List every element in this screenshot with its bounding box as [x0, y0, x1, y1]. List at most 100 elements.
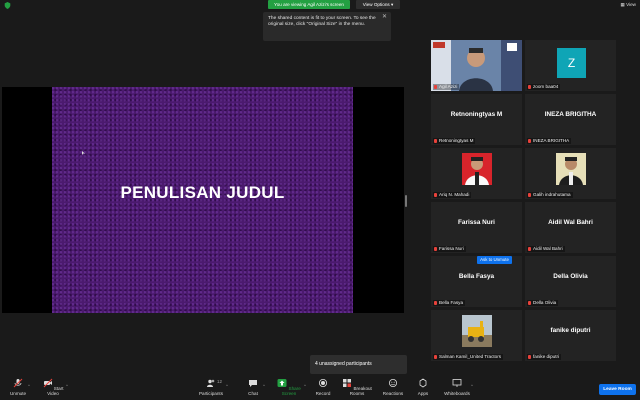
participant-display-name: Aidil Wal Bahri	[548, 219, 593, 226]
breakout-rooms-label: Breakout Rooms	[349, 386, 372, 396]
participant-name-text: Salman Kamil_United Tractors	[439, 354, 502, 359]
muted-microphone-icon	[13, 378, 23, 388]
video-tile-zoom-baa04[interactable]: Z zoom baa04	[525, 40, 616, 91]
muted-mic-icon	[434, 246, 437, 251]
whiteboards-caret[interactable]: ^	[471, 383, 473, 388]
participant-name: INEZA BRIGITHA	[527, 138, 572, 144]
participant-name: Aidil Wal Bahri	[527, 246, 565, 252]
video-tile-ariq[interactable]: Ariq N. Mahadi	[431, 148, 522, 199]
video-tile-galih[interactable]: Galih indrahutama	[525, 148, 616, 199]
avatar: Z	[557, 48, 586, 78]
participant-name: zoom baa04	[527, 84, 561, 90]
slide-title: PENULISAN JUDUL	[120, 183, 285, 202]
participant-name: Galih indrahutama	[527, 192, 573, 198]
video-tile-agil-azizi[interactable]: Agil Azizi	[431, 40, 522, 91]
whiteboard-icon	[452, 379, 462, 387]
participant-name-text: Della Olivia	[533, 300, 557, 305]
participants-caret[interactable]: ^	[226, 383, 228, 388]
chat-caret[interactable]: ^	[263, 383, 265, 388]
video-tile-salman[interactable]: Salman Kamil_United Tractors	[431, 310, 522, 361]
participant-name: Salman Kamil_United Tractors	[433, 354, 504, 360]
participant-name-text: Farissa Nuri	[439, 246, 464, 251]
muted-mic-icon	[434, 354, 437, 359]
start-video-button[interactable]: Start Video	[38, 378, 68, 396]
video-tile-fanike[interactable]: fanike diputri fanike diputri	[525, 310, 616, 361]
unmute-label: Unmute	[9, 391, 27, 396]
participant-display-name: Bella Fasya	[458, 273, 495, 280]
muted-mic-icon	[434, 300, 437, 305]
video-tile-della[interactable]: Della Olivia Della Olivia	[525, 256, 616, 307]
video-tile-ineza[interactable]: INEZA BRIGITHA INEZA BRIGITHA	[525, 94, 616, 145]
participant-name-text: INEZA BRIGITHA	[533, 138, 570, 143]
share-screen-icon	[277, 379, 287, 387]
participant-name: Agil Azizi	[433, 84, 460, 90]
participant-name-text: Galih indrahutama	[533, 192, 571, 197]
muted-mic-icon	[528, 84, 531, 89]
view-button[interactable]: ▦ View	[621, 1, 637, 8]
profile-photo	[462, 153, 492, 185]
unassigned-participants-notice[interactable]: 4 unassigned participants	[310, 355, 407, 374]
participants-count: 12	[217, 379, 222, 384]
apps-label: Apps	[417, 391, 429, 396]
share-caret[interactable]: ^	[304, 383, 306, 388]
ask-to-unmute-button[interactable]: Ask to Unmute	[477, 256, 512, 264]
video-tile-retnoningtyas[interactable]: Retnoningtyas M Retnoningtyas M	[431, 94, 522, 145]
view-options-button[interactable]: View Options ▾	[356, 0, 400, 9]
participant-name: Della Olivia	[527, 300, 559, 306]
meeting-toolbar: Unmute ^ Start Video ^ Participants 12 ^…	[0, 376, 640, 400]
record-icon	[319, 379, 327, 387]
view-label: View	[626, 2, 636, 7]
participant-display-name: Farissa Nuri	[458, 219, 495, 226]
audio-options-caret[interactable]: ^	[28, 383, 30, 388]
participant-display-name: INEZA BRIGITHA	[544, 111, 597, 118]
leave-room-button[interactable]: Leave Room	[599, 384, 636, 395]
participant-name: Bella Fasya	[433, 300, 466, 306]
reactions-button[interactable]: Reactions	[380, 378, 406, 396]
participant-name: fanike diputri	[527, 354, 562, 360]
close-icon[interactable]: ✕	[382, 14, 387, 20]
participant-display-name: Retnoningtyas M	[450, 111, 503, 118]
participant-name-text: zoom baa04	[533, 84, 559, 89]
muted-mic-icon	[434, 84, 437, 89]
share-screen-button[interactable]: Share Screen	[272, 378, 306, 396]
video-options-caret[interactable]: ^	[66, 383, 68, 388]
apps-icon	[419, 378, 427, 388]
breakout-rooms-icon	[343, 379, 352, 387]
screen-share-banner: You are viewing Agil Azizi's screen	[268, 0, 350, 9]
fit-to-screen-tooltip: The shared content is fit to your screen…	[263, 12, 391, 41]
participants-label: Participants	[198, 391, 223, 396]
whiteboards-button[interactable]: Whiteboards	[441, 378, 473, 396]
participant-name-text: Bella Fasya	[439, 300, 464, 305]
breakout-rooms-button[interactable]: Breakout Rooms	[339, 378, 375, 396]
participant-name-text: Aidil Wal Bahri	[533, 246, 563, 251]
profile-photo	[556, 153, 586, 185]
top-bar: You are viewing Agil Azizi's screen View…	[0, 0, 640, 10]
chat-button[interactable]: Chat	[243, 378, 263, 396]
muted-mic-icon	[528, 192, 531, 197]
muted-mic-icon	[528, 300, 531, 305]
resize-handle[interactable]	[405, 195, 407, 207]
view-options-label: View Options	[362, 2, 390, 7]
muted-mic-icon	[528, 354, 531, 359]
participant-display-name: Della Olivia	[553, 273, 588, 280]
participant-name-text: fanike diputri	[533, 354, 560, 359]
muted-mic-icon	[434, 138, 437, 143]
shield-icon[interactable]	[4, 2, 11, 9]
video-tile-aidil[interactable]: Aidil Wal Bahri Aidil Wal Bahri	[525, 202, 616, 253]
whiteboards-label: Whiteboards	[444, 391, 470, 396]
chat-icon	[249, 380, 257, 387]
reactions-icon	[389, 379, 397, 387]
muted-mic-icon	[528, 138, 531, 143]
record-button[interactable]: Record	[312, 378, 334, 396]
participant-name-text: Agil Azizi	[439, 84, 458, 89]
apps-button[interactable]: Apps	[413, 378, 433, 396]
participant-name: Farissa Nuri	[433, 246, 466, 252]
tooltip-text: The shared content is fit to your screen…	[268, 16, 376, 27]
muted-mic-icon	[528, 246, 531, 251]
participant-name-text: Retnoningtyas M	[439, 138, 474, 143]
reactions-label: Reactions	[382, 391, 404, 396]
participants-icon	[207, 379, 215, 387]
video-tile-farissa[interactable]: Farissa Nuri Farissa Nuri	[431, 202, 522, 253]
muted-mic-icon	[434, 192, 437, 197]
unmute-button[interactable]: Unmute	[6, 378, 30, 396]
